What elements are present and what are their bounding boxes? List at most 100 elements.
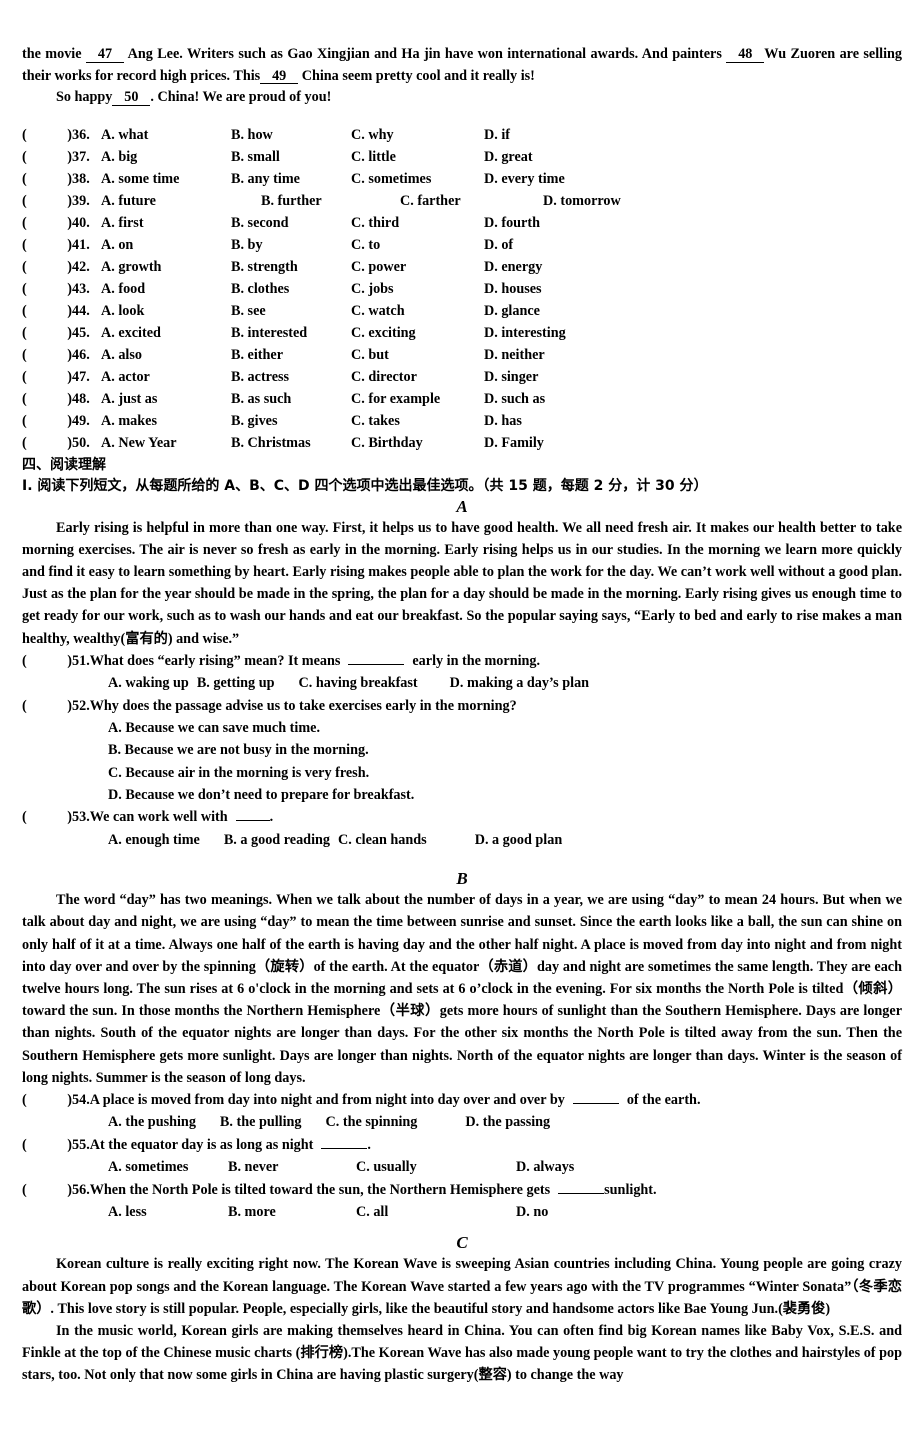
question-52-choice-c[interactable]: C. Because air in the morning is very fr… xyxy=(22,762,902,784)
choice-a[interactable]: A. enough time xyxy=(108,832,200,848)
choice-a[interactable]: A. what xyxy=(101,124,231,146)
choice-c[interactable]: C. exciting xyxy=(351,322,484,344)
choice-b[interactable]: B. getting up xyxy=(197,675,275,691)
choice-c[interactable]: C. third xyxy=(351,212,484,234)
choice-a[interactable]: A. food xyxy=(101,278,231,300)
choice-b[interactable]: B. interested xyxy=(231,322,351,344)
choice-b[interactable]: B. by xyxy=(231,234,351,256)
choice-d[interactable]: D. no xyxy=(516,1204,548,1220)
choice-b[interactable]: B. further xyxy=(261,190,400,212)
answer-bracket-41[interactable]: ) xyxy=(35,234,72,256)
choice-a[interactable]: A. on xyxy=(101,234,231,256)
answer-bracket-53[interactable]: ) xyxy=(35,806,72,828)
choice-a[interactable]: A. less xyxy=(108,1201,228,1223)
choice-d[interactable]: D. if xyxy=(484,124,510,146)
choice-c[interactable]: C. why xyxy=(351,124,484,146)
choice-d[interactable]: D. a good plan xyxy=(475,832,563,848)
choice-d[interactable]: D. interesting xyxy=(484,322,566,344)
choice-b[interactable]: B. how xyxy=(231,124,351,146)
choice-c[interactable]: C. jobs xyxy=(351,278,484,300)
choice-a[interactable]: A. future xyxy=(101,190,261,212)
choice-d[interactable]: D. houses xyxy=(484,278,542,300)
choice-c[interactable]: C. usually xyxy=(356,1156,516,1178)
answer-bracket-40[interactable]: ) xyxy=(35,212,72,234)
choice-d[interactable]: D. every time xyxy=(484,168,565,190)
choice-c[interactable]: C. but xyxy=(351,344,484,366)
answer-bracket-43[interactable]: ) xyxy=(35,278,72,300)
answer-bracket-47[interactable]: ) xyxy=(35,366,72,388)
answer-bracket-45[interactable]: ) xyxy=(35,322,72,344)
choice-b[interactable]: B. see xyxy=(231,300,351,322)
choice-a[interactable]: A. big xyxy=(101,146,231,168)
answer-bracket-54[interactable]: ) xyxy=(35,1089,72,1111)
choice-b[interactable]: B. the pulling xyxy=(220,1114,302,1130)
answer-bracket-50[interactable]: ) xyxy=(35,432,72,454)
choice-d[interactable]: D. Family xyxy=(484,432,544,454)
choice-a[interactable]: A. first xyxy=(101,212,231,234)
answer-bracket-55[interactable]: ) xyxy=(35,1134,72,1156)
answer-bracket-46[interactable]: ) xyxy=(35,344,72,366)
answer-bracket-39[interactable]: ) xyxy=(35,190,72,212)
choice-b[interactable]: B. any time xyxy=(231,168,351,190)
choice-d[interactable]: D. energy xyxy=(484,256,542,278)
choice-a[interactable]: A. look xyxy=(101,300,231,322)
answer-bracket-48[interactable]: ) xyxy=(35,388,72,410)
answer-bracket-49[interactable]: ) xyxy=(35,410,72,432)
choice-b[interactable]: B. either xyxy=(231,344,351,366)
answer-bracket-36[interactable]: ) xyxy=(35,124,72,146)
choice-c[interactable]: C. little xyxy=(351,146,484,168)
choice-d[interactable]: D. of xyxy=(484,234,513,256)
choice-a[interactable]: A. actor xyxy=(101,366,231,388)
choice-b[interactable]: B. gives xyxy=(231,410,351,432)
choice-b[interactable]: B. Christmas xyxy=(231,432,351,454)
choice-c[interactable]: C. for example xyxy=(351,388,484,410)
choice-a[interactable]: A. makes xyxy=(101,410,231,432)
answer-bracket-38[interactable]: ) xyxy=(35,168,72,190)
choice-d[interactable]: D. singer xyxy=(484,366,538,388)
choice-c[interactable]: C. sometimes xyxy=(351,168,484,190)
choice-b[interactable]: B. small xyxy=(231,146,351,168)
choice-b[interactable]: B. second xyxy=(231,212,351,234)
choice-c[interactable]: C. director xyxy=(351,366,484,388)
choice-d[interactable]: D. the passing xyxy=(465,1114,550,1130)
answer-bracket-44[interactable]: ) xyxy=(35,300,72,322)
question-52-choice-a[interactable]: A. Because we can save much time. xyxy=(22,717,902,739)
choice-d[interactable]: D. fourth xyxy=(484,212,540,234)
choice-b[interactable]: B. as such xyxy=(231,388,351,410)
choice-c[interactable]: C. Birthday xyxy=(351,432,484,454)
choice-b[interactable]: B. clothes xyxy=(231,278,351,300)
choice-d[interactable]: D. glance xyxy=(484,300,540,322)
choice-d[interactable]: D. making a day’s plan xyxy=(450,675,589,691)
choice-c[interactable]: C. takes xyxy=(351,410,484,432)
choice-c[interactable]: C. farther xyxy=(400,190,543,212)
choice-c[interactable]: C. power xyxy=(351,256,484,278)
choice-d[interactable]: D. neither xyxy=(484,344,545,366)
choice-d[interactable]: D. has xyxy=(484,410,522,432)
answer-bracket-37[interactable]: ) xyxy=(35,146,72,168)
answer-bracket-52[interactable]: ) xyxy=(35,695,72,717)
choice-d[interactable]: D. always xyxy=(516,1159,574,1175)
choice-b[interactable]: B. strength xyxy=(231,256,351,278)
choice-d[interactable]: D. tomorrow xyxy=(543,190,621,212)
choice-a[interactable]: A. also xyxy=(101,344,231,366)
answer-bracket-51[interactable]: ) xyxy=(35,650,72,672)
choice-a[interactable]: A. just as xyxy=(101,388,231,410)
choice-a[interactable]: A. New Year xyxy=(101,432,231,454)
question-52-choice-b[interactable]: B. Because we are not busy in the mornin… xyxy=(22,739,902,761)
choice-a[interactable]: A. some time xyxy=(101,168,231,190)
answer-bracket-42[interactable]: ) xyxy=(35,256,72,278)
choice-a[interactable]: A. the pushing xyxy=(108,1114,196,1130)
choice-b[interactable]: B. more xyxy=(228,1201,356,1223)
answer-bracket-56[interactable]: ) xyxy=(35,1179,72,1201)
choice-b[interactable]: B. a good reading xyxy=(224,832,330,848)
choice-a[interactable]: A. waking up xyxy=(108,675,189,691)
choice-c[interactable]: C. clean hands xyxy=(338,832,427,848)
choice-a[interactable]: A. sometimes xyxy=(108,1156,228,1178)
choice-c[interactable]: C. all xyxy=(356,1201,516,1223)
choice-c[interactable]: C. to xyxy=(351,234,484,256)
choice-c[interactable]: C. the spinning xyxy=(326,1114,418,1130)
choice-b[interactable]: B. actress xyxy=(231,366,351,388)
choice-a[interactable]: A. excited xyxy=(101,322,231,344)
choice-d[interactable]: D. great xyxy=(484,146,533,168)
choice-d[interactable]: D. such as xyxy=(484,388,545,410)
